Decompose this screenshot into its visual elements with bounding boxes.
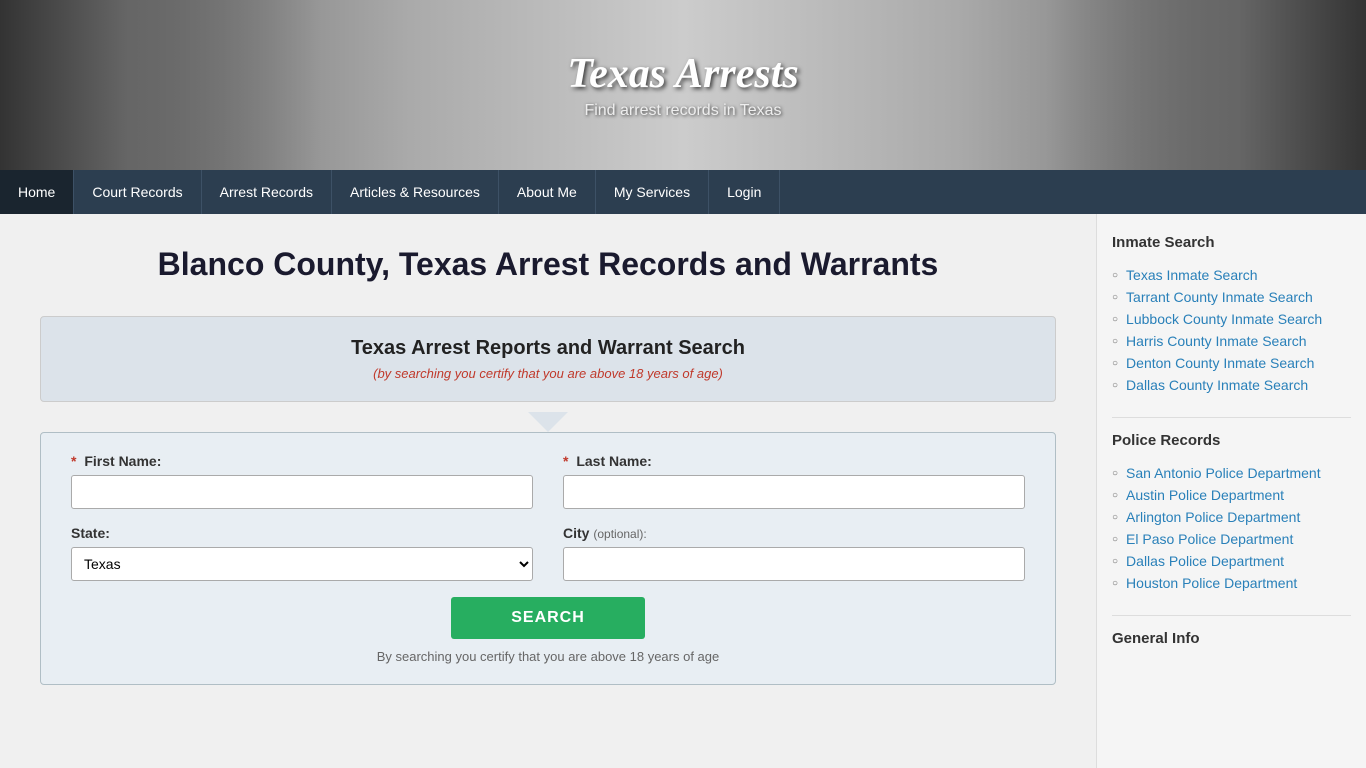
inmate-link-dallas[interactable]: Dallas County Inmate Search	[1126, 377, 1308, 393]
nav-item-about-me[interactable]: About Me	[499, 170, 596, 214]
list-item: Harris County Inmate Search	[1112, 333, 1351, 349]
inmate-link-denton[interactable]: Denton County Inmate Search	[1126, 355, 1314, 371]
main-layout: Blanco County, Texas Arrest Records and …	[0, 214, 1366, 768]
city-label: City (optional):	[563, 525, 1025, 541]
general-info-title: General Info	[1112, 630, 1351, 651]
hands-left-decoration	[0, 0, 320, 170]
last-name-required-star: *	[563, 453, 568, 469]
certify-text: By searching you certify that you are ab…	[71, 649, 1025, 664]
site-title: Texas Arrests	[567, 50, 798, 98]
page-title: Blanco County, Texas Arrest Records and …	[40, 244, 1056, 286]
last-name-label: * Last Name:	[563, 453, 1025, 469]
form-group-first-name: * First Name:	[71, 453, 533, 509]
sidebar: Inmate Search Texas Inmate Search Tarran…	[1096, 214, 1366, 768]
inmate-link-tarrant[interactable]: Tarrant County Inmate Search	[1126, 289, 1313, 305]
inmate-link-texas[interactable]: Texas Inmate Search	[1126, 267, 1258, 283]
nav-item-my-services[interactable]: My Services	[596, 170, 709, 214]
police-link-austin[interactable]: Austin Police Department	[1126, 487, 1284, 503]
police-records-title: Police Records	[1112, 432, 1351, 453]
nav-item-login[interactable]: Login	[709, 170, 780, 214]
police-link-san-antonio[interactable]: San Antonio Police Department	[1126, 465, 1321, 481]
first-name-label: * First Name:	[71, 453, 533, 469]
list-item: Arlington Police Department	[1112, 509, 1351, 525]
police-link-el-paso[interactable]: El Paso Police Department	[1126, 531, 1293, 547]
list-item: Denton County Inmate Search	[1112, 355, 1351, 371]
list-item: Austin Police Department	[1112, 487, 1351, 503]
list-item: El Paso Police Department	[1112, 531, 1351, 547]
inmate-search-list: Texas Inmate Search Tarrant County Inmat…	[1112, 267, 1351, 393]
list-item: Tarrant County Inmate Search	[1112, 289, 1351, 305]
site-header: Texas Arrests Find arrest records in Tex…	[0, 0, 1366, 170]
nav-item-court-records[interactable]: Court Records	[74, 170, 201, 214]
search-button[interactable]: SEARCH	[451, 597, 645, 639]
nav-item-arrest-records[interactable]: Arrest Records	[202, 170, 332, 214]
list-item: Dallas Police Department	[1112, 553, 1351, 569]
nav-item-home[interactable]: Home	[0, 170, 74, 214]
nav-item-articles[interactable]: Articles & Resources	[332, 170, 499, 214]
navbar: Home Court Records Arrest Records Articl…	[0, 170, 1366, 214]
city-input[interactable]	[563, 547, 1025, 581]
inmate-link-lubbock[interactable]: Lubbock County Inmate Search	[1126, 311, 1322, 327]
site-subtitle: Find arrest records in Texas	[567, 102, 798, 120]
list-item: Dallas County Inmate Search	[1112, 377, 1351, 393]
form-row-name: * First Name: * Last Name:	[71, 453, 1025, 509]
main-content: Blanco County, Texas Arrest Records and …	[0, 214, 1096, 768]
last-name-input[interactable]	[563, 475, 1025, 509]
header-title-wrap: Texas Arrests Find arrest records in Tex…	[567, 50, 798, 120]
form-group-state: State: Texas Alabama Alaska Arizona Arka…	[71, 525, 533, 581]
sidebar-divider-1	[1112, 417, 1351, 418]
first-name-required-star: *	[71, 453, 76, 469]
arrow-down-decoration	[528, 412, 568, 432]
search-form: * First Name: * Last Name: State:	[40, 432, 1056, 685]
form-group-city: City (optional):	[563, 525, 1025, 581]
list-item: Houston Police Department	[1112, 575, 1351, 591]
search-box-note: (by searching you certify that you are a…	[61, 366, 1035, 381]
list-item: Lubbock County Inmate Search	[1112, 311, 1351, 327]
state-select[interactable]: Texas Alabama Alaska Arizona Arkansas Ca…	[71, 547, 533, 581]
search-box-outer: Texas Arrest Reports and Warrant Search …	[40, 316, 1056, 402]
police-records-list: San Antonio Police Department Austin Pol…	[1112, 465, 1351, 591]
list-item: Texas Inmate Search	[1112, 267, 1351, 283]
first-name-input[interactable]	[71, 475, 533, 509]
sidebar-divider-2	[1112, 615, 1351, 616]
police-link-arlington[interactable]: Arlington Police Department	[1126, 509, 1300, 525]
police-link-dallas[interactable]: Dallas Police Department	[1126, 553, 1284, 569]
hands-right-decoration	[1046, 0, 1366, 170]
search-button-wrap: SEARCH	[71, 597, 1025, 639]
form-group-last-name: * Last Name:	[563, 453, 1025, 509]
state-label: State:	[71, 525, 533, 541]
inmate-link-harris[interactable]: Harris County Inmate Search	[1126, 333, 1307, 349]
inmate-search-title: Inmate Search	[1112, 234, 1351, 255]
list-item: San Antonio Police Department	[1112, 465, 1351, 481]
form-row-location: State: Texas Alabama Alaska Arizona Arka…	[71, 525, 1025, 581]
search-box-title: Texas Arrest Reports and Warrant Search	[61, 337, 1035, 360]
police-link-houston[interactable]: Houston Police Department	[1126, 575, 1297, 591]
